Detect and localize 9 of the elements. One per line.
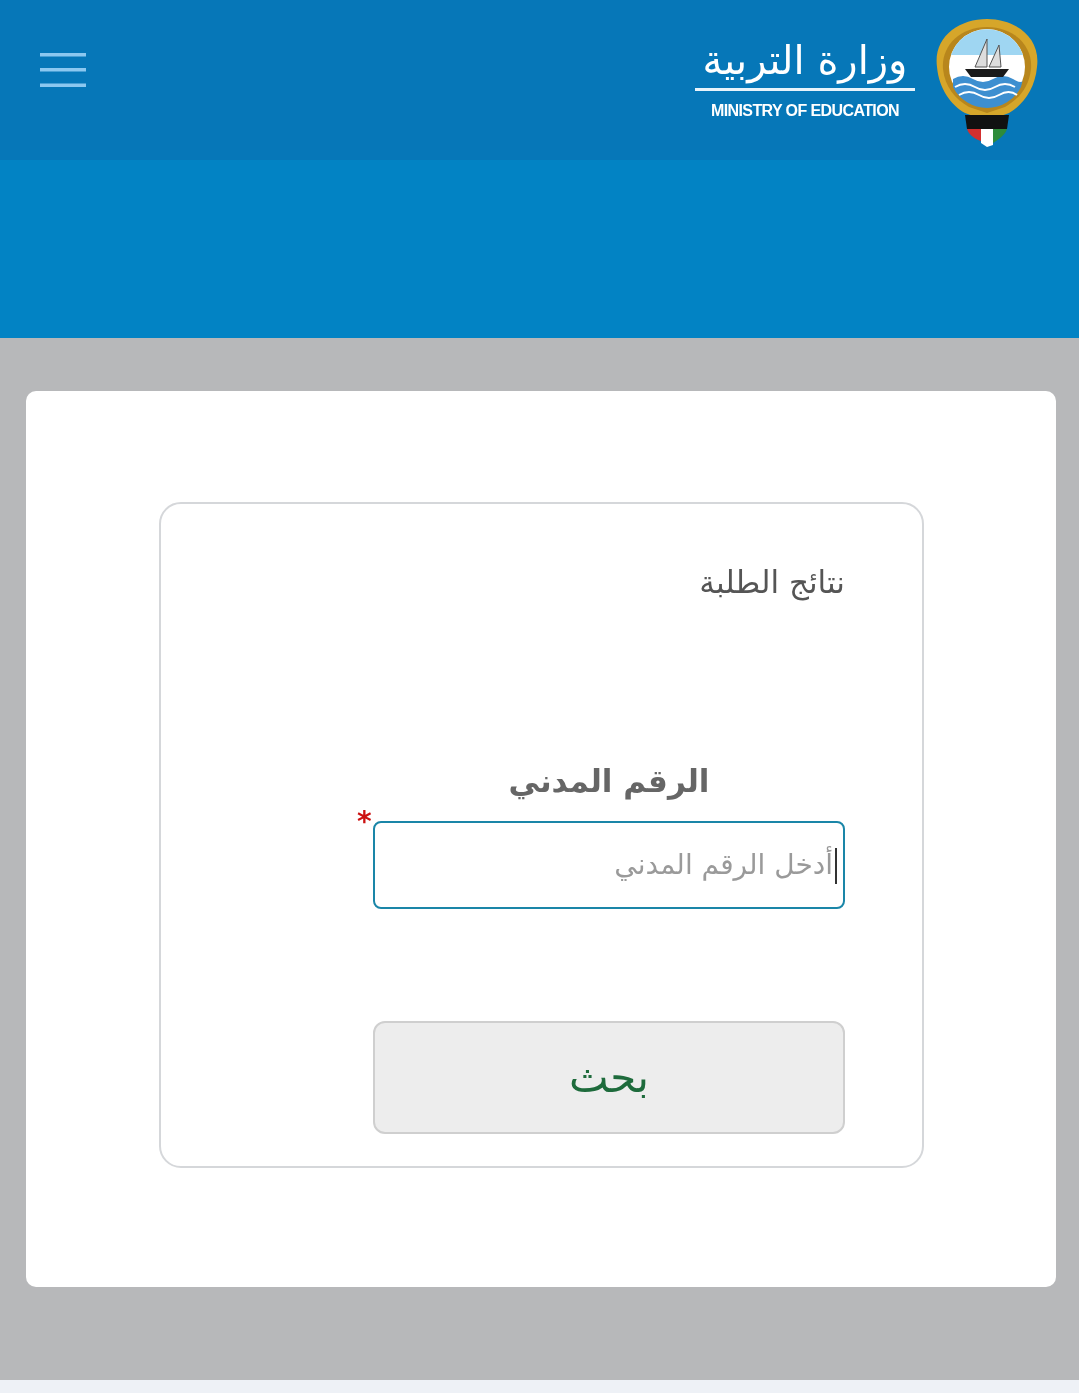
logo-subtitle: MINISTRY OF EDUCATION	[710, 100, 900, 121]
search-button[interactable]: بحث	[373, 1021, 845, 1134]
text-cursor	[835, 848, 837, 884]
field-label: الرقم المدني	[507, 762, 711, 802]
logo-title: وزارة التربية	[701, 35, 909, 86]
menu-icon[interactable]	[40, 53, 86, 87]
form-title: نتائج الطلبة	[699, 563, 845, 603]
required-mark: *	[357, 807, 372, 837]
civil-id-input[interactable]: أدخل الرقم المدني	[373, 821, 845, 909]
